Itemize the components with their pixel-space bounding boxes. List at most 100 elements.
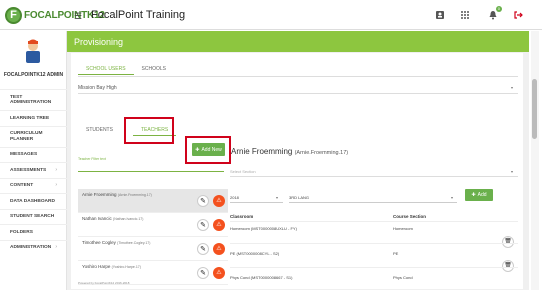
teacher-list: Arnie Froemming (Arnie.Froemming.17) ✎ ⚠ Na… bbox=[78, 189, 228, 285]
teacher-username: (Yoshiro.Harpe.17) bbox=[111, 265, 141, 269]
chevron-down-icon[interactable]: ▾ bbox=[511, 169, 513, 174]
edit-icon[interactable]: ✎ bbox=[197, 243, 209, 255]
teacher-filter-label: Teacher Filter text bbox=[78, 157, 106, 161]
sidebar: FOCALPOINTK12 ADMIN TEST ADMINISTRATION L… bbox=[0, 31, 67, 290]
teacher-name: Arnie Froemming bbox=[82, 192, 117, 197]
teacher-row[interactable]: Nathan Ivancic (Nathan.Ivancic.17) ✎ ⚠ bbox=[78, 213, 228, 237]
teacher-filter-input[interactable] bbox=[78, 171, 224, 172]
delete-user-icon[interactable]: ⚠ bbox=[213, 267, 225, 279]
divider bbox=[230, 202, 283, 203]
sidebar-item-messages[interactable]: MESSAGES bbox=[0, 146, 67, 163]
user-avatar-icon bbox=[23, 37, 43, 63]
notifications-badge: 0 bbox=[495, 6, 502, 12]
sidebar-item-label: CURRICULUM PLANNER bbox=[10, 131, 43, 142]
teacher-username: (Timothee.Cogley.17) bbox=[117, 241, 151, 245]
tab-schools[interactable]: SCHOOLS bbox=[134, 65, 174, 75]
select-section[interactable]: Select Section bbox=[230, 169, 256, 174]
sidebar-item-student-search[interactable]: STUDENT SEARCH bbox=[0, 208, 67, 225]
divider bbox=[78, 76, 518, 77]
sidebar-item-label: TEST ADMINISTRATION bbox=[10, 94, 52, 106]
sidebar-item-curriculum-planner[interactable]: CURRICULUM PLANNER bbox=[0, 125, 67, 147]
sidebar-item-administration[interactable]: ADMINISTRATION › bbox=[0, 239, 67, 256]
tab-school-users[interactable]: SCHOOL USERS bbox=[78, 65, 134, 75]
plus-icon: ✚ bbox=[471, 192, 476, 198]
edit-icon[interactable]: ✎ bbox=[197, 195, 209, 207]
col-header-classroom: Classroom bbox=[230, 214, 254, 219]
sidebar-item-label: LEARNING TREE bbox=[10, 115, 50, 121]
edit-icon[interactable]: ✎ bbox=[197, 267, 209, 279]
sidebar-item-label: FOLDERS bbox=[10, 229, 33, 235]
section-cell: PE bbox=[393, 251, 399, 256]
teacher-name: Yoshiro Harpe bbox=[82, 264, 111, 269]
trash-icon[interactable]: 🗑 bbox=[502, 236, 514, 248]
chevron-right-icon: › bbox=[55, 182, 57, 188]
teacher-username: (Arnie.Froemming.17) bbox=[117, 193, 152, 197]
year-select[interactable]: 2018 bbox=[230, 195, 239, 200]
classroom-cell: Homeroom (MST0000008UXLU - FY) bbox=[230, 226, 297, 231]
teacher-row[interactable]: Arnie Froemming (Arnie.Froemming.17) ✎ ⚠ bbox=[78, 189, 228, 213]
app-title: FocalPoint Training bbox=[91, 9, 186, 21]
edit-icon[interactable]: ✎ bbox=[197, 219, 209, 231]
divider bbox=[230, 267, 518, 268]
sidebar-item-data-dashboard[interactable]: DATA DASHBOARD bbox=[0, 193, 67, 209]
apps-grid-icon[interactable] bbox=[460, 10, 470, 20]
chevron-down-icon[interactable]: ▾ bbox=[276, 195, 278, 200]
divider bbox=[289, 202, 457, 203]
page-header-band: Provisioning bbox=[67, 31, 529, 52]
org-name: FOCALPOINTK12 ADMIN bbox=[3, 72, 64, 78]
top-tabs: SCHOOL USERS SCHOOLS bbox=[78, 65, 174, 75]
add-new-label: Add New bbox=[201, 146, 222, 153]
chevron-down-icon[interactable]: ▾ bbox=[511, 85, 513, 90]
sidebar-menu: TEST ADMINISTRATION LEARNING TREE CURRICUL… bbox=[0, 89, 67, 255]
classroom-cell: Phys Cond (MST0000008667 - S1) bbox=[230, 275, 293, 280]
chevron-right-icon: › bbox=[55, 166, 57, 173]
top-bar: F FOCALPOINTK12 ☰ FocalPoint Training 0 bbox=[0, 0, 542, 30]
sidebar-item-label: MESSAGES bbox=[10, 152, 38, 157]
footer-text: Powered by FocalPointK12 2016-2018 bbox=[78, 281, 130, 285]
teacher-row[interactable]: Timothee Cogley (Timothee.Cogley.17) ✎ ⚠ bbox=[78, 237, 228, 261]
page-title: Provisioning bbox=[74, 37, 124, 47]
sidebar-item-label: ASSESSMENTS bbox=[10, 167, 47, 173]
section-cell: Phys Cond bbox=[393, 275, 413, 280]
add-button[interactable]: ✚ Add bbox=[465, 189, 493, 201]
teachers-tab-highlight bbox=[124, 117, 174, 144]
add-label: Add bbox=[477, 192, 487, 198]
sidebar-item-label: DATA DASHBOARD bbox=[10, 198, 55, 204]
teacher-name: Timothee Cogley bbox=[82, 240, 116, 245]
sidebar-item-label: ADMINISTRATION bbox=[10, 245, 52, 250]
delete-user-icon[interactable]: ⚠ bbox=[213, 195, 225, 207]
divider bbox=[230, 221, 518, 222]
teacher-name: Nathan Ivancic bbox=[82, 216, 112, 221]
sidebar-item-label: STUDENT SEARCH bbox=[10, 214, 55, 219]
classroom-cell: PE (MST0000008CYL - S2) bbox=[230, 251, 280, 256]
sidebar-item-learning-tree[interactable]: LEARNING TREE bbox=[0, 110, 67, 126]
delete-user-icon[interactable]: ⚠ bbox=[213, 243, 225, 255]
school-select[interactable]: Mission Bay High bbox=[78, 85, 117, 91]
notifications-icon[interactable]: 0 bbox=[488, 6, 502, 20]
selected-teacher-title: Arnie Froemming (Arnie.Froemming.17) bbox=[231, 147, 348, 156]
sidebar-item-test-administration[interactable]: TEST ADMINISTRATION bbox=[0, 89, 67, 110]
trash-icon[interactable]: 🗑 bbox=[502, 260, 514, 272]
delete-user-icon[interactable]: ⚠ bbox=[213, 219, 225, 231]
period-select[interactable]: 3RD LANG bbox=[289, 195, 309, 200]
section-cell: Homeroom bbox=[393, 226, 413, 231]
scrollbar-thumb[interactable] bbox=[532, 79, 537, 139]
chevron-down-icon[interactable]: ▾ bbox=[451, 195, 453, 200]
sidebar-item-folders[interactable]: FOLDERS bbox=[0, 224, 67, 240]
plus-icon: ✚ bbox=[195, 146, 200, 153]
logo-icon: F bbox=[5, 6, 22, 24]
sidebar-item-content[interactable]: CONTENT › bbox=[0, 177, 67, 194]
logout-icon[interactable] bbox=[513, 10, 523, 20]
logo[interactable]: F FOCALPOINTK12 bbox=[5, 4, 105, 26]
tab-students[interactable]: STUDENTS bbox=[78, 126, 121, 136]
sidebar-item-assessments[interactable]: ASSESSMENTS › bbox=[0, 162, 67, 178]
profile-card-icon[interactable] bbox=[435, 10, 445, 20]
teacher-username: (Nathan.Ivancic.17) bbox=[113, 217, 144, 221]
selected-teacher-username: (Arnie.Froemming.17) bbox=[294, 150, 349, 156]
page-scrollbar[interactable] bbox=[531, 31, 539, 290]
add-new-button[interactable]: ✚ Add New bbox=[192, 143, 225, 156]
divider bbox=[230, 176, 518, 177]
main-content: Provisioning SCHOOL USERS SCHOOLS Missio… bbox=[67, 31, 529, 290]
menu-icon[interactable]: ☰ bbox=[74, 11, 82, 22]
divider bbox=[230, 243, 518, 244]
